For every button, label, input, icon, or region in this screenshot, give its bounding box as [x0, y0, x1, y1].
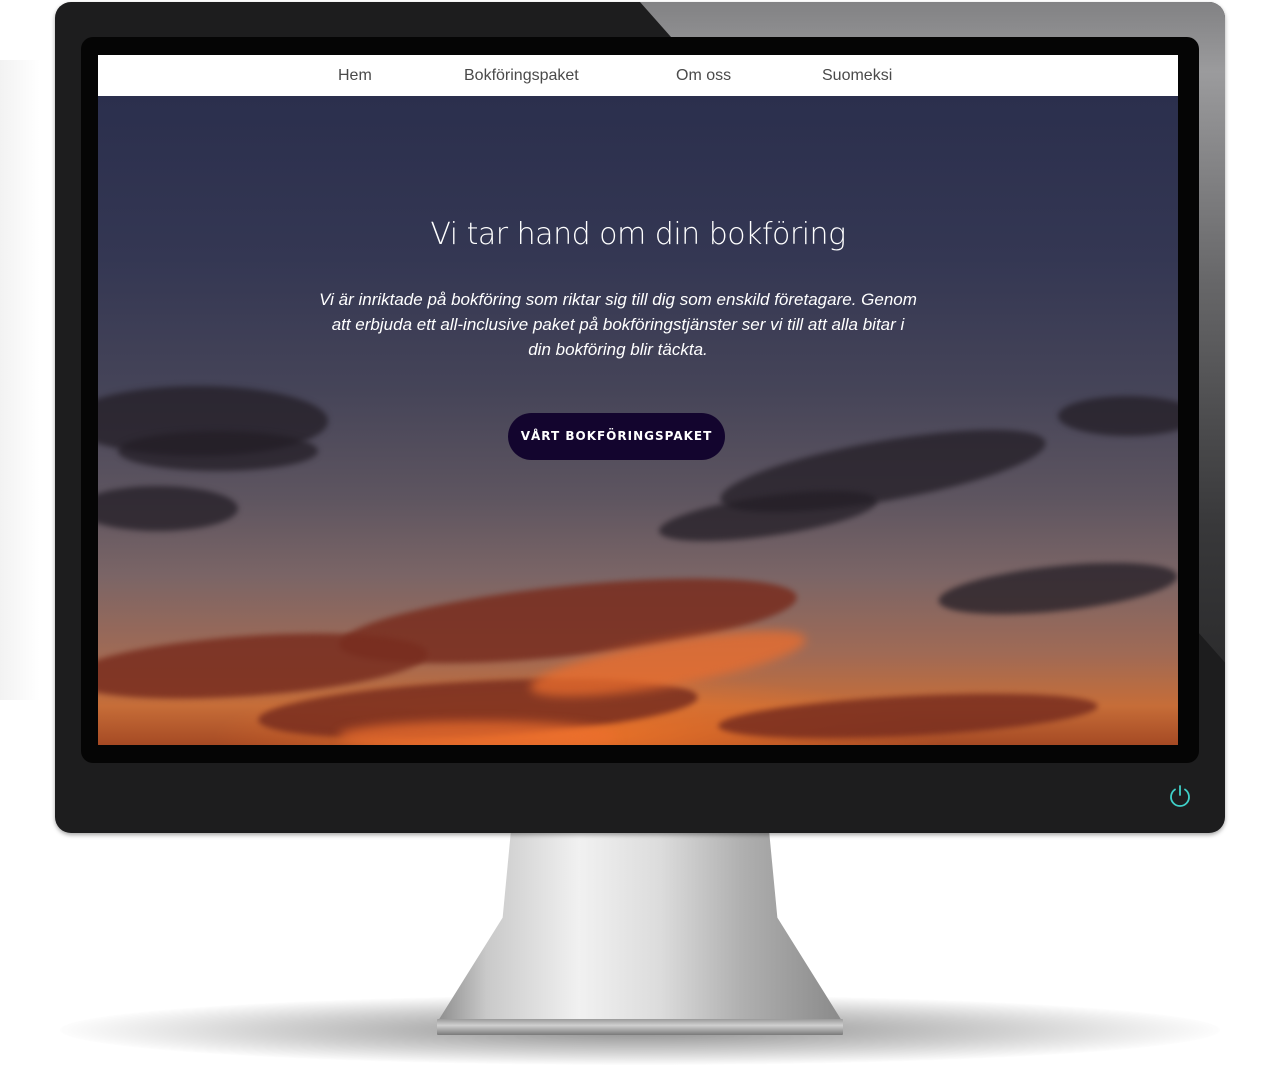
nav-item-om-oss[interactable]: Om oss [676, 67, 731, 85]
cta-bokforingspaket-button[interactable]: VÅRT BOKFÖRINGSPAKET [508, 413, 725, 460]
hero-title: Vi tar hand om din bokföring [430, 217, 846, 252]
power-icon[interactable] [1168, 784, 1192, 808]
monitor-screen: Hem Bokföringspaket Om oss Suomeksi Vi t… [98, 55, 1178, 745]
monitor-stand-neck [438, 833, 842, 1021]
monitor-mockup: Hem Bokföringspaket Om oss Suomeksi Vi t… [0, 0, 1280, 1088]
nav-item-bokforingspaket[interactable]: Bokföringspaket [464, 67, 579, 85]
monitor-frame: Hem Bokföringspaket Om oss Suomeksi Vi t… [55, 2, 1225, 833]
monitor-stand-base [437, 1019, 843, 1035]
nav-item-suomeksi[interactable]: Suomeksi [822, 67, 892, 85]
nav-item-hem[interactable]: Hem [338, 67, 372, 85]
hero-description: Vi är inriktade på bokföring som riktar … [288, 287, 948, 362]
top-navigation: Hem Bokföringspaket Om oss Suomeksi [98, 55, 1178, 96]
hero-description-line-1: Vi är inriktade på bokföring som riktar … [319, 290, 917, 309]
hero-description-line-2: att erbjuda ett all-inclusive paket på b… [331, 315, 905, 334]
hero-description-line-3: din bokföring blir täckta. [528, 340, 708, 359]
side-shadow [0, 60, 40, 700]
